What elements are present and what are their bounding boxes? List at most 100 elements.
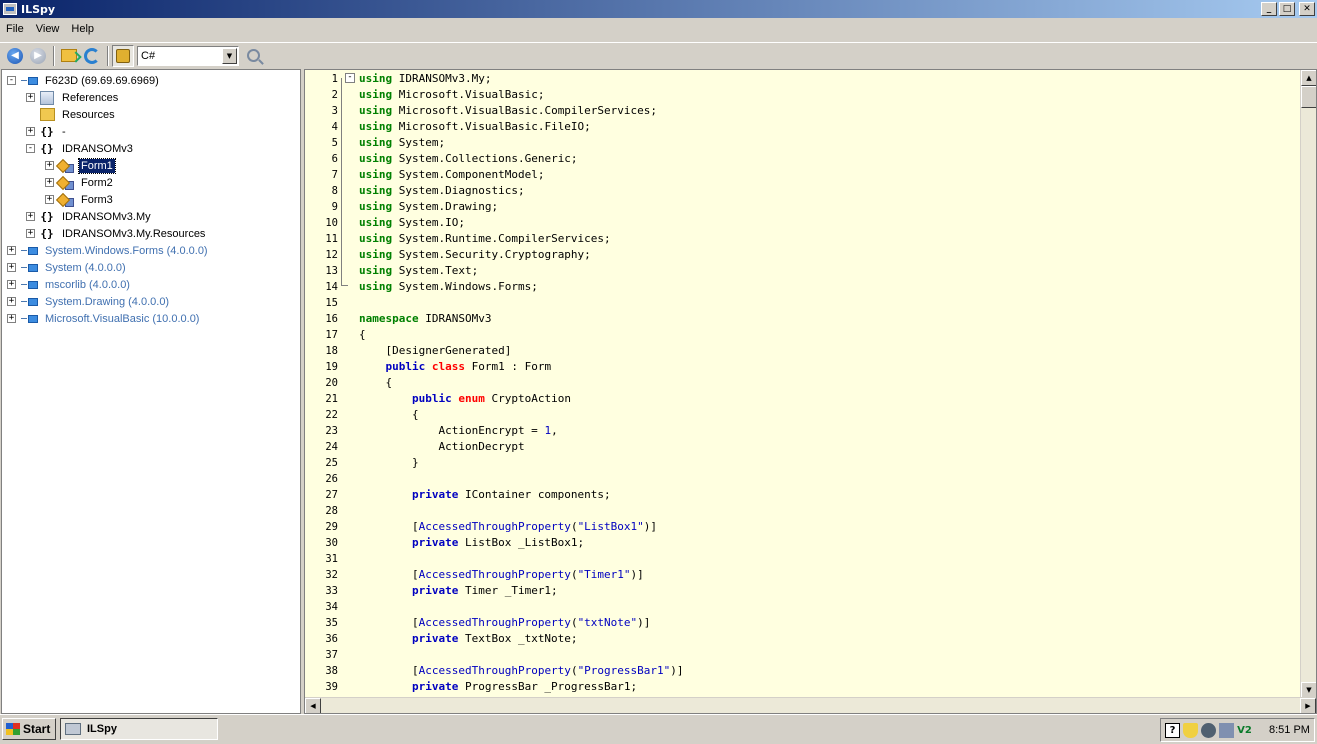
code-line[interactable]: using System.Drawing; (359, 199, 498, 215)
back-button[interactable]: ◀ (4, 45, 26, 67)
code-line[interactable]: [AccessedThroughProperty("ListBox1")] (359, 519, 657, 535)
code-line[interactable]: ActionDecrypt (359, 439, 524, 455)
code-line[interactable]: using Microsoft.VisualBasic.FileIO; (359, 119, 591, 135)
code-line[interactable]: using System; (359, 135, 445, 151)
tree-node-label[interactable]: IDRANSOMv3.My (60, 210, 153, 224)
tree-node[interactable]: -{} IDRANSOMv3 (26, 140, 135, 157)
menu-file[interactable]: File (0, 23, 30, 35)
code-line[interactable]: [AccessedThroughProperty("txtNote")] (359, 615, 650, 631)
tree-expander[interactable]: + (7, 314, 16, 323)
code-line[interactable]: private TextBox _txtNote; (359, 631, 578, 647)
tree-node-label[interactable]: Form1 (78, 157, 116, 174)
tree-node[interactable]: + {} IDRANSOMv3.My (26, 208, 153, 225)
tree-node[interactable]: + System.Drawing (4.0.0.0) (7, 293, 171, 310)
tree-node-label[interactable]: Form2 (79, 176, 115, 190)
tree-node-label[interactable]: System.Windows.Forms (4.0.0.0) (43, 244, 210, 258)
network-icon[interactable] (1219, 722, 1234, 738)
tree-node-label[interactable]: System.Drawing (4.0.0.0) (43, 295, 171, 309)
tree-node-label[interactable]: mscorlib (4.0.0.0) (43, 278, 132, 292)
tree-node-label[interactable]: Form3 (79, 193, 115, 207)
scroll-left-button[interactable]: ◀ (305, 698, 321, 713)
horizontal-scrollbar[interactable]: ◀ ▶ (305, 697, 1316, 713)
tree-expander[interactable]: + (7, 280, 16, 289)
tree-node[interactable]: + {} IDRANSOMv3.My.Resources (26, 225, 207, 242)
tree-node[interactable]: + Form3 (45, 191, 115, 208)
tree-node[interactable]: + Form1 (45, 157, 116, 174)
search-button[interactable] (239, 45, 261, 67)
maximize-button[interactable]: □ (1279, 2, 1295, 16)
tree-expander[interactable]: + (7, 246, 16, 255)
tree-expander[interactable]: + (26, 229, 35, 238)
help-icon[interactable]: ? (1165, 722, 1180, 738)
code-line[interactable]: { (359, 327, 366, 343)
code-line[interactable]: namespace IDRANSOMv3 (359, 311, 491, 327)
tree-expander[interactable]: + (26, 212, 35, 221)
code-line[interactable]: { (359, 375, 392, 391)
code-line[interactable]: { (359, 407, 419, 423)
tree-node-label[interactable]: Microsoft.VisualBasic (10.0.0.0) (43, 312, 201, 326)
code-line[interactable]: using IDRANSOMv3.My; (359, 71, 491, 87)
tree-node[interactable]: + Microsoft.VisualBasic (10.0.0.0) (7, 310, 201, 327)
code-line[interactable]: using Microsoft.VisualBasic.CompilerServ… (359, 103, 657, 119)
code-line[interactable]: using System.Windows.Forms; (359, 279, 538, 295)
tree-node[interactable]: + Form2 (45, 174, 115, 191)
code-line[interactable]: private ListBox _ListBox1; (359, 535, 584, 551)
tree-node[interactable]: Resources (26, 106, 117, 123)
code-line[interactable]: ActionEncrypt = 1, (359, 423, 557, 439)
code-view[interactable]: 1 2 3 4 5 6 7 8 9 10 11 12 13 14 15 16 17 18 19 20 21 22 23 24 2… (304, 69, 1317, 714)
language-select[interactable]: C# ▼ (137, 45, 239, 66)
scroll-up-button[interactable]: ▲ (1301, 70, 1316, 86)
code-line[interactable]: [AccessedThroughProperty("ProgressBar1")… (359, 663, 684, 679)
tree-expander[interactable]: + (45, 178, 54, 187)
code-line[interactable]: using System.Security.Cryptography; (359, 247, 591, 263)
tree-expander[interactable]: + (26, 127, 35, 136)
code-line[interactable]: [DesignerGenerated] (359, 343, 511, 359)
code-line[interactable]: public class Form1 : Form (359, 359, 552, 375)
vertical-scrollbar[interactable]: ▲ ▼ (1300, 70, 1316, 698)
code-line[interactable]: } (359, 455, 419, 471)
vmware-tools-icon[interactable] (1201, 722, 1216, 738)
code-line[interactable]: private IContainer components; (359, 487, 611, 503)
tree-node[interactable]: + System.Windows.Forms (4.0.0.0) (7, 242, 210, 259)
open-button[interactable] (58, 45, 80, 67)
tree-expander[interactable]: + (7, 297, 16, 306)
show-internal-toggle[interactable] (112, 44, 134, 67)
tree-node-label[interactable]: Resources (60, 108, 117, 122)
taskbar-item-ilspy[interactable]: ILSpy (60, 718, 218, 740)
scroll-down-button[interactable]: ▼ (1301, 682, 1316, 698)
chevron-down-icon[interactable]: ▼ (222, 47, 237, 64)
code-line[interactable]: using Microsoft.VisualBasic; (359, 87, 544, 103)
menu-view[interactable]: View (30, 23, 66, 35)
tree-node-label[interactable]: References (60, 91, 120, 105)
tree-node-label[interactable]: - (60, 125, 68, 139)
tree-expander[interactable]: - (7, 76, 16, 85)
code-line[interactable]: using System.Text; (359, 263, 478, 279)
forward-button[interactable]: ▶ (27, 45, 49, 67)
tree-expander[interactable]: + (7, 263, 16, 272)
tree-expander[interactable]: + (26, 93, 35, 102)
title-bar[interactable]: ILSpy _ □ ✕ (0, 0, 1317, 18)
code-line[interactable]: private Timer _Timer1; (359, 583, 558, 599)
start-button[interactable]: Start (2, 718, 56, 740)
code-line[interactable]: [AccessedThroughProperty("Timer1")] (359, 567, 644, 583)
code-line[interactable]: using System.IO; (359, 215, 465, 231)
scroll-right-button[interactable]: ▶ (1300, 698, 1316, 713)
tree-expander[interactable]: - (26, 144, 35, 153)
code-line[interactable]: private ProgressBar _ProgressBar1; (359, 679, 637, 695)
code-line[interactable]: using System.Diagnostics; (359, 183, 525, 199)
tree-expander[interactable]: + (45, 195, 54, 204)
tree-node[interactable]: + References (26, 89, 120, 106)
tree-node-label[interactable]: IDRANSOMv3 (60, 142, 135, 156)
fold-toggle[interactable]: - (345, 73, 355, 83)
tree-expander[interactable]: + (45, 161, 54, 170)
tree-node-label[interactable]: IDRANSOMv3.My.Resources (60, 227, 207, 241)
reload-button[interactable] (81, 45, 103, 67)
tree-node-label[interactable]: F623D (69.69.69.6969) (43, 74, 161, 88)
tree-node-label[interactable]: System (4.0.0.0) (43, 261, 128, 275)
close-button[interactable]: ✕ (1299, 2, 1315, 16)
code-line[interactable]: using System.ComponentModel; (359, 167, 544, 183)
menu-help[interactable]: Help (65, 23, 100, 35)
code-line[interactable]: public enum CryptoAction (359, 391, 571, 407)
code-line[interactable]: using System.Collections.Generic; (359, 151, 578, 167)
vertical-scroll-thumb[interactable] (1301, 86, 1316, 108)
